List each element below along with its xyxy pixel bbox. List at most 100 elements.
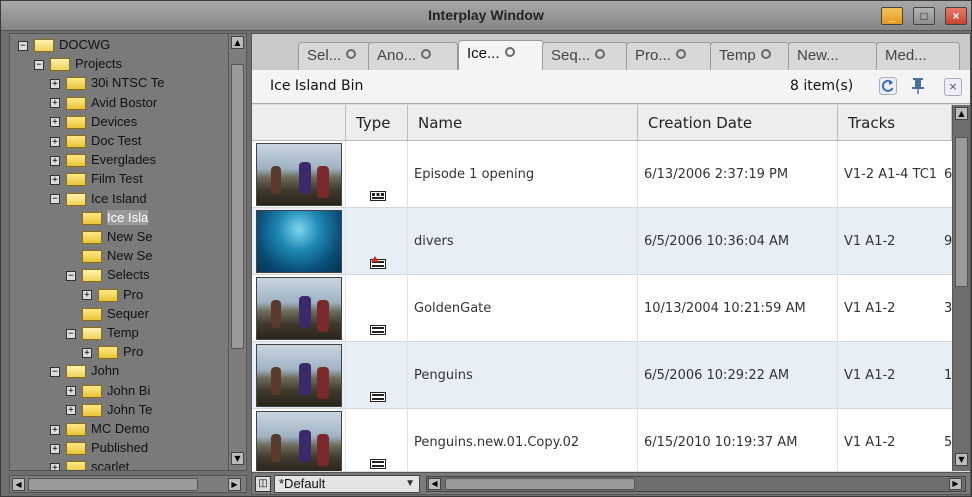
expand-icon[interactable]: +: [50, 136, 60, 147]
table-row[interactable]: Penguins.new.01.Copy.02 6/15/2010 10:19:3…: [252, 409, 952, 471]
table-vertical-scrollbar[interactable]: ▲ ▼: [952, 105, 970, 471]
bin-tab[interactable]: New...: [788, 42, 878, 70]
expand-icon[interactable]: +: [82, 347, 92, 358]
name-cell[interactable]: Penguins.new.01.Copy.02: [408, 409, 638, 471]
maximize-button[interactable]: □: [913, 7, 935, 25]
clip-thumbnail[interactable]: [256, 344, 342, 407]
view-toggle-icon[interactable]: ◫: [255, 476, 271, 492]
table-row[interactable]: Episode 1 opening 6/13/2006 2:37:19 PM V1-…: [252, 141, 952, 208]
clip-thumbnail[interactable]: [256, 210, 342, 273]
expand-icon[interactable]: +: [50, 174, 60, 185]
table-row[interactable]: Penguins 6/5/2006 10:29:22 AM V1 A1-2 1: [252, 342, 952, 409]
expand-icon[interactable]: +: [66, 386, 76, 397]
tree-item[interactable]: + Devices: [50, 113, 137, 131]
expand-icon[interactable]: +: [50, 98, 60, 109]
tree-vertical-scrollbar[interactable]: ▲ ▼: [228, 34, 246, 470]
name-cell[interactable]: GoldenGate: [408, 275, 638, 342]
scroll-thumb[interactable]: [955, 137, 968, 287]
scroll-thumb[interactable]: [231, 64, 244, 349]
tree-item[interactable]: + Doc Test: [50, 132, 141, 150]
table-row[interactable]: GoldenGate 10/13/2004 10:21:59 AM V1 A1-2 3: [252, 275, 952, 342]
collapse-icon[interactable]: −: [50, 194, 60, 205]
tree-item[interactable]: New Se: [66, 228, 153, 246]
minimize-button[interactable]: _: [881, 7, 903, 25]
tree-item[interactable]: Sequer: [66, 305, 149, 323]
scroll-thumb[interactable]: [28, 478, 198, 491]
scroll-up-icon[interactable]: ▲: [955, 107, 968, 120]
tree-horizontal-scrollbar[interactable]: ◀ ▶: [9, 475, 247, 493]
collapse-icon[interactable]: −: [66, 328, 76, 339]
folder-icon: [98, 346, 118, 360]
tree-item[interactable]: + Published: [50, 439, 148, 457]
name-cell[interactable]: divers: [408, 208, 638, 275]
tree-item[interactable]: New Se: [66, 247, 153, 265]
collapse-icon[interactable]: −: [34, 59, 44, 70]
tree-item[interactable]: − John: [50, 362, 119, 380]
tracks-cell: V1 A1-2: [844, 435, 896, 450]
refresh-icon[interactable]: [878, 77, 898, 97]
scroll-up-icon[interactable]: ▲: [231, 36, 244, 49]
column-header-creation-date[interactable]: Creation Date: [638, 105, 838, 141]
tree-item[interactable]: − DOCWG: [18, 36, 110, 54]
pin-icon[interactable]: [908, 77, 928, 97]
tree-item[interactable]: − Ice Island: [50, 190, 147, 208]
tree-item[interactable]: +30i NTSC Te: [50, 74, 164, 92]
column-header-tracks[interactable]: Tracks: [838, 105, 952, 141]
clip-thumbnail[interactable]: [256, 277, 342, 340]
collapse-icon[interactable]: −: [18, 40, 28, 51]
bin-tab[interactable]: Seq...: [542, 42, 628, 70]
bin-tab[interactable]: Med...: [876, 42, 960, 70]
clip-thumbnail[interactable]: [256, 411, 342, 471]
expand-icon[interactable]: +: [66, 405, 76, 416]
scroll-left-icon[interactable]: ◀: [12, 478, 25, 491]
tree-item[interactable]: + Avid Bostor: [50, 94, 157, 112]
column-header-name[interactable]: Name: [408, 105, 638, 141]
table-row[interactable]: divers 6/5/2006 10:36:04 AM V1 A1-2 9: [252, 208, 952, 275]
expand-icon[interactable]: +: [82, 290, 92, 301]
table-horizontal-scrollbar[interactable]: ◀ ▶: [426, 476, 966, 492]
name-cell[interactable]: Episode 1 opening: [408, 141, 638, 208]
tree-item-label: scarlet: [91, 459, 130, 471]
bin-tab[interactable]: Temp: [710, 42, 790, 70]
expand-icon[interactable]: +: [50, 462, 60, 470]
tree-item[interactable]: + Everglades: [50, 151, 156, 169]
scroll-right-icon[interactable]: ▶: [949, 478, 962, 490]
tree-item[interactable]: − Temp: [66, 324, 139, 342]
tree-item[interactable]: + John Te: [66, 401, 152, 419]
tab-label: Med...: [885, 47, 927, 64]
scroll-down-icon[interactable]: ▼: [231, 452, 244, 465]
expand-icon[interactable]: +: [50, 78, 60, 89]
scroll-thumb[interactable]: [445, 478, 635, 490]
tree-item[interactable]: + John Bi: [66, 382, 150, 400]
expand-icon[interactable]: +: [50, 155, 60, 166]
expand-icon[interactable]: +: [50, 443, 60, 454]
scroll-down-icon[interactable]: ▼: [955, 453, 968, 466]
close-window-button[interactable]: ×: [945, 7, 967, 25]
scroll-right-icon[interactable]: ▶: [228, 478, 241, 491]
bin-tab[interactable]: Pro...: [626, 42, 712, 70]
collapse-icon[interactable]: −: [50, 366, 60, 377]
close-bin-button[interactable]: ×: [944, 78, 962, 96]
tree-item[interactable]: + scarlet: [50, 458, 130, 471]
tree-item[interactable]: + Film Test: [50, 170, 143, 188]
clip-thumbnail[interactable]: [256, 143, 342, 206]
tree-item[interactable]: − Projects: [34, 55, 122, 73]
bin-tab[interactable]: Ano...: [368, 42, 458, 70]
title-bar[interactable]: Interplay Window _ □ ×: [1, 1, 971, 31]
tree-item[interactable]: + MC Demo: [50, 420, 150, 438]
tree-item[interactable]: + Pro: [82, 343, 143, 361]
column-header-type[interactable]: Type: [346, 105, 408, 141]
bin-tab[interactable]: Sel...: [298, 42, 372, 70]
tracks-cell: V1-2 A1-4 TC1: [844, 167, 938, 182]
collapse-icon[interactable]: −: [66, 270, 76, 281]
view-preset-select[interactable]: *Default ▼: [274, 475, 420, 493]
expand-icon[interactable]: +: [50, 424, 60, 435]
tree-item[interactable]: − Selects: [66, 266, 150, 284]
expand-icon[interactable]: +: [50, 117, 60, 128]
bin-tab[interactable]: Ice...: [458, 40, 544, 70]
name-cell[interactable]: Penguins: [408, 342, 638, 409]
tree-item[interactable]: Ice Isla: [66, 209, 149, 227]
scroll-left-icon[interactable]: ◀: [428, 478, 441, 490]
tree-item-label: Ice Island: [91, 190, 147, 206]
tree-item[interactable]: + Pro: [82, 286, 143, 304]
